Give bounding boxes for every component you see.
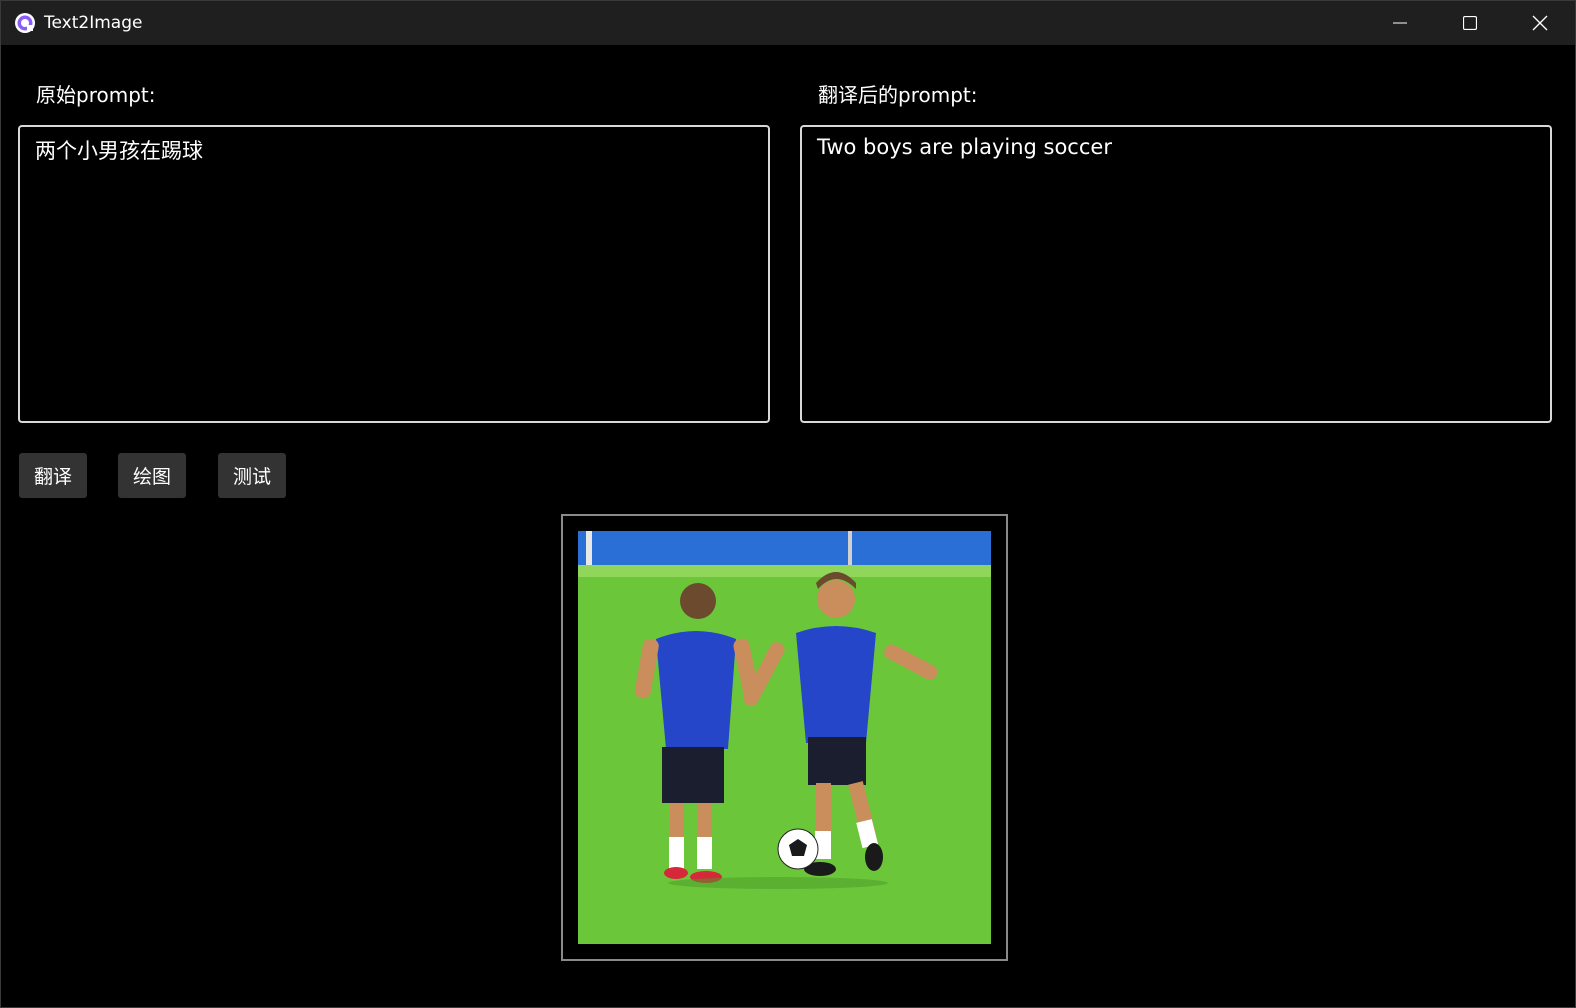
translated-prompt-input[interactable]: Two boys are playing soccer — [800, 125, 1552, 423]
minimize-icon — [1393, 22, 1407, 24]
window-controls — [1365, 1, 1575, 45]
translated-prompt-text: Two boys are playing soccer — [817, 135, 1112, 159]
window-title: Text2Image — [44, 13, 143, 33]
generated-image-frame — [561, 514, 1008, 961]
close-icon — [1532, 15, 1548, 31]
title-bar[interactable]: Text2Image — [1, 1, 1575, 45]
original-prompt-input[interactable]: 两个小男孩在踢球 — [18, 125, 770, 423]
translated-prompt-label: 翻译后的prompt: — [818, 83, 978, 107]
app-window: Text2Image 原始prompt: 翻译后的prompt: 两个小男孩在踢… — [0, 0, 1576, 1008]
maximize-icon — [1463, 16, 1477, 30]
original-prompt-text: 两个小男孩在踢球 — [35, 139, 203, 163]
test-button[interactable]: 测试 — [218, 453, 286, 498]
app-logo-icon — [15, 13, 35, 33]
minimize-button[interactable] — [1365, 1, 1435, 45]
draw-button[interactable]: 绘图 — [118, 453, 186, 498]
translate-button[interactable]: 翻译 — [19, 453, 87, 498]
close-button[interactable] — [1505, 1, 1575, 45]
original-prompt-label: 原始prompt: — [36, 83, 156, 107]
generated-image — [578, 531, 991, 944]
maximize-button[interactable] — [1435, 1, 1505, 45]
